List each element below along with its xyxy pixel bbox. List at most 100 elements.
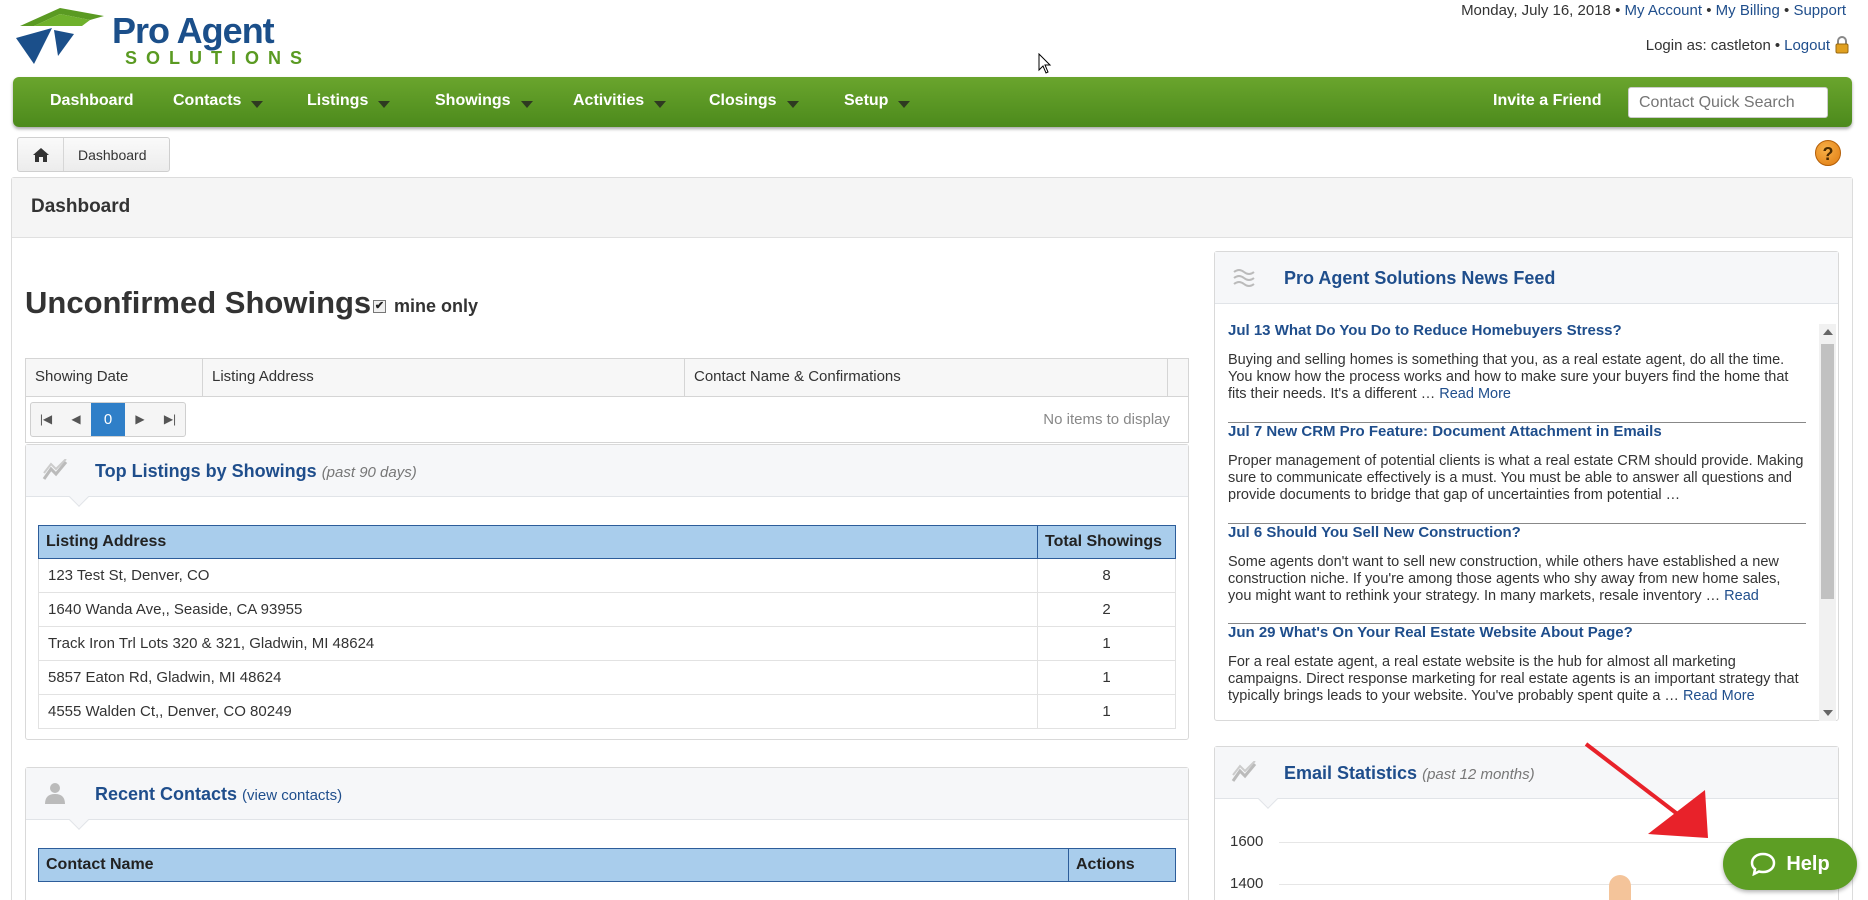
current-date: Monday, July 16, 2018 (1461, 2, 1611, 19)
chevron-down-icon (786, 101, 799, 108)
help-button-label: Help (1786, 852, 1830, 875)
nav-showings[interactable]: Showings (435, 77, 533, 127)
news-item-title[interactable]: Jul 13 What Do You Do to Reduce Homebuye… (1228, 322, 1806, 339)
top-links: Monday, July 16, 2018 • My Account • My … (1461, 2, 1846, 19)
table-row[interactable]: 4555 Walden Ct,, Denver, CO 80249 1 (38, 694, 1176, 729)
first-page-icon[interactable]: |◀ (31, 403, 61, 436)
col-contact-name[interactable]: Contact Name (38, 848, 1069, 882)
line-chart-icon (1231, 761, 1257, 782)
annotation-arrow (1584, 742, 1708, 838)
support-link[interactable]: Support (1793, 2, 1846, 19)
news-item-title[interactable]: Jul 7 New CRM Pro Feature: Document Atta… (1228, 423, 1806, 440)
feed-waves-icon (1233, 269, 1255, 287)
nav-activities[interactable]: Activities (573, 77, 667, 127)
email-statistics-subtitle: (past 12 months) (1422, 766, 1535, 783)
nav-contacts[interactable]: Contacts (173, 77, 264, 127)
lock-icon (1835, 36, 1849, 54)
news-item-title[interactable]: Jun 29 What's On Your Real Estate Websit… (1228, 624, 1806, 641)
col-total-showings[interactable]: Total Showings (1037, 525, 1176, 559)
table-row[interactable]: Track Iron Trl Lots 320 & 321, Gladwin, … (38, 626, 1176, 661)
read-more-link[interactable]: Read More (1439, 386, 1511, 402)
nav-closings[interactable]: Closings (709, 77, 799, 127)
chevron-down-icon (251, 101, 264, 108)
unconfirmed-showings-grid: Showing Date Listing Address Contact Nam… (25, 358, 1189, 443)
chevron-down-icon (654, 101, 667, 108)
user-icon (45, 783, 65, 804)
recent-contacts-title: Recent Contacts (95, 784, 238, 804)
mine-only-label: mine only (394, 296, 479, 316)
read-more-link[interactable]: Read (1724, 588, 1759, 604)
news-item: Jul 13 What Do You Do to Reduce Homebuye… (1228, 322, 1806, 403)
news-feed-title: Pro Agent Solutions News Feed (1284, 268, 1556, 288)
chevron-down-icon (898, 101, 911, 108)
logout-link[interactable]: Logout (1784, 37, 1830, 54)
table-row[interactable]: 123 Test St, Denver, CO 8 (38, 558, 1176, 593)
table-row[interactable]: 1640 Wanda Ave,, Seaside, CA 93955 2 (38, 592, 1176, 627)
top-listings-table: Listing Address Total Showings 123 Test … (38, 525, 1176, 729)
col-contact-confirmations[interactable]: Contact Name & Confirmations (685, 359, 1168, 396)
y-tick-label: 1400 (1230, 875, 1264, 892)
col-actions[interactable]: Actions (1068, 848, 1176, 882)
breadcrumb: Dashboard (17, 137, 170, 172)
news-item-title[interactable]: Jul 6 Should You Sell New Construction? (1228, 524, 1806, 541)
mine-only-checkbox[interactable]: ✔ (373, 300, 386, 313)
scroll-up-icon[interactable] (1823, 329, 1833, 335)
news-feed-list: Jul 13 What Do You Do to Reduce Homebuye… (1215, 305, 1838, 720)
main-nav: Dashboard Contacts Listings Showings Act… (13, 77, 1852, 127)
prev-page-icon[interactable]: ◀ (61, 403, 91, 436)
news-feed-widget: Pro Agent Solutions News Feed Jul 13 Wha… (1214, 251, 1839, 721)
chevron-down-icon (520, 101, 533, 108)
chat-bubble-icon (1751, 852, 1776, 876)
nav-setup[interactable]: Setup (844, 77, 911, 127)
login-line: Login as: castleton • Logout (1646, 36, 1850, 54)
brand-name: Pro Agent (112, 10, 275, 51)
news-item: Jul 6 Should You Sell New Construction? … (1228, 524, 1806, 605)
top-listings-title: Top Listings by Showings (95, 461, 317, 481)
page-title: Dashboard (12, 178, 1852, 238)
table-row[interactable]: 5857 Eaton Rd, Gladwin, MI 48624 1 (38, 660, 1176, 695)
current-page[interactable]: 0 (91, 403, 125, 436)
recent-contacts-table: Contact Name Actions (38, 848, 1176, 882)
my-account-link[interactable]: My Account (1625, 2, 1703, 19)
chevron-down-icon (378, 101, 391, 108)
line-chart-icon (42, 459, 68, 480)
news-scrollbar[interactable] (1819, 324, 1836, 721)
logo[interactable]: Pro Agent SOLUTIONS (12, 4, 332, 68)
nav-dashboard[interactable]: Dashboard (50, 77, 134, 127)
house-logo-icon (16, 8, 104, 64)
nav-listings[interactable]: Listings (307, 77, 391, 127)
my-billing-link[interactable]: My Billing (1716, 2, 1780, 19)
last-page-icon[interactable]: ▶| (155, 403, 185, 436)
breadcrumb-home[interactable] (18, 138, 64, 171)
col-listing-address[interactable]: Listing Address (203, 359, 685, 396)
breadcrumb-current[interactable]: Dashboard (64, 147, 169, 163)
brand-tagline: SOLUTIONS (125, 48, 312, 68)
help-question-icon[interactable]: ? (1815, 140, 1841, 166)
unconfirmed-showings-title: Unconfirmed Showings (25, 285, 372, 320)
top-listings-widget: Top Listings by Showings (past 90 days) … (25, 444, 1189, 740)
chart-peak-mark (1609, 875, 1631, 900)
top-listings-subtitle: (past 90 days) (321, 464, 417, 481)
home-icon (32, 147, 49, 162)
scroll-down-icon[interactable] (1823, 710, 1833, 716)
empty-message: No items to display (1043, 411, 1170, 428)
mouse-cursor-icon (1038, 53, 1052, 74)
scroll-thumb[interactable] (1821, 344, 1834, 599)
invite-friend-link[interactable]: Invite a Friend (1493, 77, 1601, 127)
news-item: Jun 29 What's On Your Real Estate Websit… (1228, 624, 1806, 705)
news-item: Jul 7 New CRM Pro Feature: Document Atta… (1228, 423, 1806, 504)
recent-contacts-widget: Recent Contacts (view contacts) Contact … (25, 767, 1189, 900)
contact-quick-search-input[interactable] (1628, 87, 1828, 118)
view-contacts-link[interactable]: (view contacts) (242, 787, 342, 804)
read-more-link[interactable]: Read More (1683, 688, 1755, 704)
col-listing-address[interactable]: Listing Address (38, 525, 1038, 559)
y-tick-label: 1600 (1230, 833, 1264, 850)
grid-header: Showing Date Listing Address Contact Nam… (26, 359, 1188, 397)
email-statistics-title: Email Statistics (1284, 763, 1418, 783)
mine-only-filter[interactable]: ✔ mine only (373, 296, 478, 317)
login-user: Login as: castleton (1645, 36, 1771, 54)
col-showing-date[interactable]: Showing Date (26, 359, 203, 396)
next-page-icon[interactable]: ▶ (125, 403, 155, 436)
help-button[interactable]: Help (1723, 838, 1857, 890)
grid-pager: |◀ ◀ 0 ▶ ▶| (30, 402, 186, 437)
